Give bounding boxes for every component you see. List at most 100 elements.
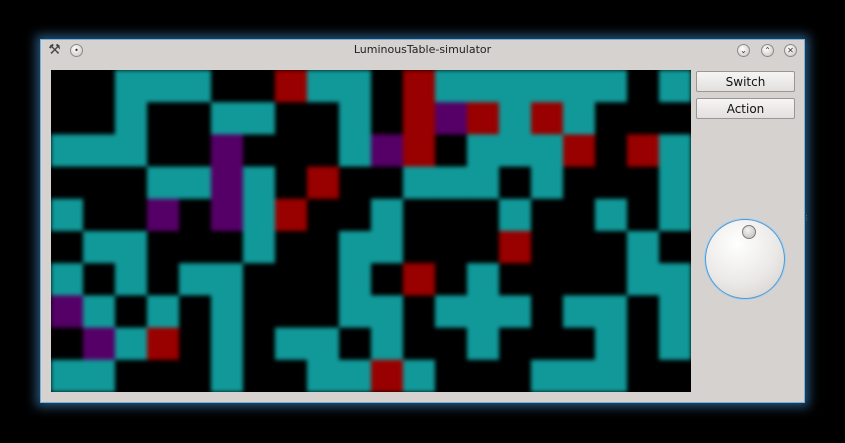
led-cell	[499, 327, 532, 361]
led-cell	[403, 359, 436, 392]
led-cell	[243, 359, 276, 392]
led-cell	[179, 166, 212, 200]
led-cell	[115, 263, 148, 296]
led-cell	[499, 263, 532, 296]
led-cell	[531, 198, 564, 232]
dial-knob[interactable]	[705, 219, 785, 299]
led-cell	[275, 359, 308, 392]
led-cell	[531, 231, 564, 264]
led-cell	[51, 295, 84, 329]
led-cell	[115, 327, 148, 361]
led-cell	[371, 102, 404, 135]
led-cell	[563, 70, 596, 103]
switch-button[interactable]: Switch	[696, 71, 795, 92]
led-cell	[51, 134, 84, 168]
splitter-handle[interactable]: ⋮	[803, 215, 810, 227]
led-table-display[interactable]	[51, 70, 691, 392]
led-cell	[307, 134, 340, 168]
led-cell	[659, 263, 691, 296]
close-button[interactable]: ✕	[784, 44, 797, 57]
led-cell	[275, 231, 308, 264]
led-cell	[115, 198, 148, 232]
led-cell	[499, 134, 532, 168]
led-cell	[499, 359, 532, 392]
led-cell	[339, 295, 372, 329]
led-cell	[339, 263, 372, 296]
led-cell	[563, 166, 596, 200]
led-cell	[275, 263, 308, 296]
led-cell	[307, 198, 340, 232]
led-cell	[211, 70, 244, 103]
led-cell	[403, 102, 436, 135]
led-cell	[179, 327, 212, 361]
led-cell	[563, 134, 596, 168]
led-cell	[307, 263, 340, 296]
led-cell	[563, 102, 596, 135]
led-cell	[435, 231, 468, 264]
action-button[interactable]: Action	[696, 98, 795, 119]
led-cell	[243, 295, 276, 329]
led-cell	[627, 70, 660, 103]
led-cell	[659, 102, 691, 135]
led-cell	[147, 231, 180, 264]
led-cell	[275, 134, 308, 168]
led-cell	[83, 231, 116, 264]
led-cell	[51, 166, 84, 200]
led-cell	[435, 359, 468, 392]
minimize-button[interactable]: ⌄	[737, 44, 750, 57]
led-cell	[307, 70, 340, 103]
led-cell	[467, 134, 500, 168]
led-cell	[51, 263, 84, 296]
led-cell	[339, 327, 372, 361]
led-cell	[179, 295, 212, 329]
led-cell	[659, 134, 691, 168]
maximize-button[interactable]: ⌃	[761, 44, 774, 57]
led-cell	[531, 359, 564, 392]
led-cell	[83, 198, 116, 232]
led-cell	[243, 198, 276, 232]
led-cell	[499, 70, 532, 103]
led-cell	[83, 102, 116, 135]
led-cell	[83, 295, 116, 329]
led-cell	[147, 198, 180, 232]
led-cell	[371, 327, 404, 361]
led-cell	[659, 70, 691, 103]
led-cell	[339, 102, 372, 135]
led-cell	[275, 327, 308, 361]
led-cell	[467, 70, 500, 103]
led-cell	[243, 70, 276, 103]
led-cell	[659, 295, 691, 329]
window-title: LuminousTable-simulator	[353, 43, 492, 56]
close-icon: ✕	[787, 46, 794, 55]
led-cell	[403, 134, 436, 168]
led-cell	[403, 295, 436, 329]
led-cell	[563, 231, 596, 264]
led-cell	[83, 166, 116, 200]
led-cell	[595, 134, 628, 168]
led-cell	[467, 231, 500, 264]
led-cell	[403, 166, 436, 200]
led-cell	[243, 134, 276, 168]
title-bar[interactable]: ⚒ • LuminousTable-simulator ⌄ ⌃ ✕	[41, 40, 804, 62]
led-cell	[339, 198, 372, 232]
led-cell	[595, 231, 628, 264]
led-cell	[243, 263, 276, 296]
led-cell	[83, 70, 116, 103]
led-cell	[115, 359, 148, 392]
led-cell	[467, 166, 500, 200]
led-cell	[179, 263, 212, 296]
led-cell	[179, 70, 212, 103]
led-cell	[371, 134, 404, 168]
led-cell	[147, 166, 180, 200]
led-cell	[531, 166, 564, 200]
led-cell	[435, 134, 468, 168]
led-cell	[595, 198, 628, 232]
led-cell	[51, 102, 84, 135]
led-cell	[595, 263, 628, 296]
led-cell	[531, 134, 564, 168]
led-cell	[595, 327, 628, 361]
led-cell	[211, 295, 244, 329]
led-cell	[115, 70, 148, 103]
led-cell	[371, 166, 404, 200]
led-cell	[467, 198, 500, 232]
